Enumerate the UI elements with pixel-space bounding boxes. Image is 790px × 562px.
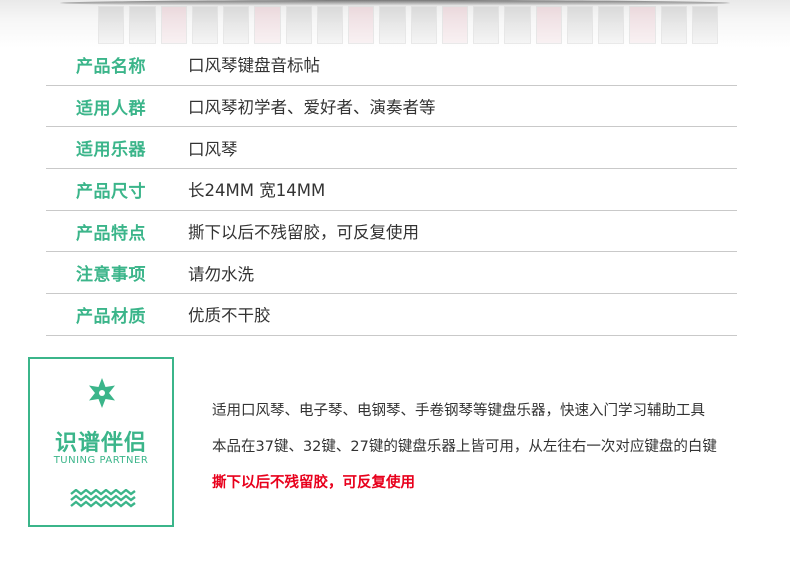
description-line-2: 本品在37键、32键、27键的键盘乐器上皆可用，从左往右一次对应键盘的白键 bbox=[212, 439, 717, 455]
spec-label: 注意事项 bbox=[76, 265, 146, 286]
key-sticker bbox=[191, 6, 218, 44]
key-sticker bbox=[535, 6, 562, 44]
spec-row-material: 产品材质 优质不干胶 bbox=[46, 294, 737, 336]
description-warning: 撕下以后不残留胶，可反复使用 bbox=[212, 475, 415, 491]
key-sticker bbox=[223, 6, 250, 44]
product-photo-strip bbox=[0, 0, 790, 48]
spec-row-features: 产品特点 撕下以后不残留胶，可反复使用 bbox=[46, 211, 737, 253]
spec-value: 口风琴键盘音标帖 bbox=[188, 56, 320, 76]
key-sticker bbox=[348, 6, 375, 44]
key-sticker bbox=[660, 6, 687, 44]
wave-icon bbox=[70, 489, 136, 508]
spec-value: 优质不干胶 bbox=[188, 306, 271, 326]
key-sticker bbox=[410, 6, 437, 44]
key-sticker bbox=[129, 6, 156, 44]
description-line-1: 适用口风琴、电子琴、电钢琴、手卷钢琴等键盘乐器，快速入门学习辅助工具 bbox=[212, 403, 705, 419]
key-sticker bbox=[504, 6, 531, 44]
key-sticker bbox=[629, 6, 656, 44]
spec-value: 撕下以后不残留胶，可反复使用 bbox=[188, 223, 419, 243]
key-sticker bbox=[254, 6, 281, 44]
spec-row-notice: 注意事项 请勿水洗 bbox=[46, 252, 737, 295]
key-sticker bbox=[473, 6, 500, 44]
key-sticker bbox=[598, 6, 625, 44]
spec-label: 产品特点 bbox=[76, 223, 146, 244]
key-sticker bbox=[316, 6, 343, 44]
spec-row-size: 产品尺寸 长24MM 宽14MM bbox=[46, 169, 737, 211]
key-sticker bbox=[691, 6, 718, 44]
badge-title: 识谱伴侣 bbox=[54, 431, 147, 456]
spec-row-audience: 适用人群 口风琴初学者、爱好者、演奏者等 bbox=[46, 86, 737, 128]
spec-label: 产品材质 bbox=[76, 306, 146, 327]
badge-subtitle: TUNING PARTNER bbox=[53, 455, 149, 466]
spec-value: 长24MM 宽14MM bbox=[188, 181, 326, 201]
usage-description: 适用口风琴、电子琴、电钢琴、手卷钢琴等键盘乐器，快速入门学习辅助工具 本品在37… bbox=[212, 397, 782, 505]
star-icon bbox=[89, 378, 115, 408]
spec-value: 口风琴初学者、爱好者、演奏者等 bbox=[188, 98, 436, 118]
spec-value: 请勿水洗 bbox=[188, 264, 254, 284]
key-sticker bbox=[379, 6, 406, 44]
brand-badge: 识谱伴侣 TUNING PARTNER bbox=[28, 357, 174, 527]
spec-row-name: 产品名称 口风琴键盘音标帖 bbox=[46, 44, 737, 86]
spec-label: 适用乐器 bbox=[76, 140, 146, 161]
key-sticker bbox=[566, 6, 593, 44]
keyboard-sticker-image bbox=[98, 6, 718, 44]
key-sticker bbox=[160, 6, 187, 44]
spec-label: 产品名称 bbox=[76, 56, 146, 77]
spec-label: 产品尺寸 bbox=[76, 181, 146, 202]
key-sticker bbox=[285, 6, 312, 44]
key-sticker bbox=[98, 6, 125, 44]
spec-row-instrument: 适用乐器 口风琴 bbox=[46, 127, 737, 170]
spec-table: 产品名称 口风琴键盘音标帖 适用人群 口风琴初学者、爱好者、演奏者等 适用乐器 … bbox=[46, 44, 737, 336]
spec-value: 口风琴 bbox=[188, 139, 238, 159]
spec-label: 适用人群 bbox=[76, 98, 146, 119]
key-sticker bbox=[441, 6, 468, 44]
